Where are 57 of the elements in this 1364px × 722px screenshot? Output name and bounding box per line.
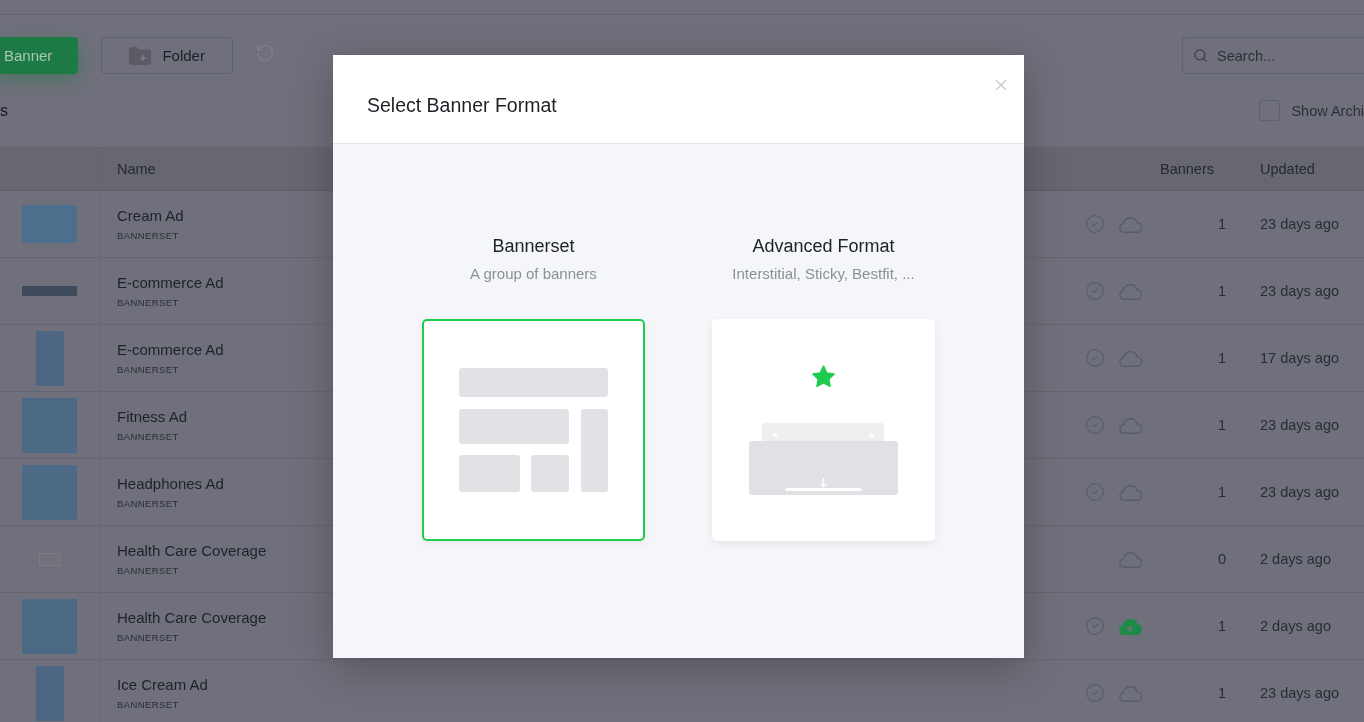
column-header[interactable]: Updated xyxy=(1260,160,1315,177)
banner-name[interactable]: E-commerce Ad xyxy=(117,341,224,358)
search-field[interactable]: Search... xyxy=(1182,37,1364,74)
banner-name[interactable]: Headphones Ad xyxy=(117,475,224,492)
banner-count: 1 xyxy=(1217,350,1226,366)
photo-placeholder xyxy=(22,598,77,654)
column-header[interactable]: Banners xyxy=(1160,160,1214,177)
banner-count: 1 xyxy=(1217,283,1226,299)
format-title: Bannerset xyxy=(492,236,575,257)
banner-type: BANNERSET xyxy=(117,364,179,375)
banner-name[interactable]: Fitness Ad xyxy=(117,408,188,425)
new-folder-button[interactable]: Folder xyxy=(101,37,234,74)
updated-time: 23 days ago xyxy=(1260,417,1339,433)
banner-name[interactable]: Ice Cream Ad xyxy=(117,676,208,693)
updated-time: 23 days ago xyxy=(1260,216,1339,232)
banner-count: 1 xyxy=(1217,417,1226,433)
format-title: Advanced Format xyxy=(752,236,895,257)
photo-placeholder xyxy=(35,665,64,721)
updated-time: 17 days ago xyxy=(1260,350,1339,366)
banner-name[interactable]: Cream Ad xyxy=(117,207,184,224)
banner-type: BANNERSET xyxy=(117,699,179,710)
banner-name[interactable]: Health Care Coverage xyxy=(117,609,267,626)
banner-count: 1 xyxy=(1217,618,1226,634)
banner-name[interactable]: Health Care Coverage xyxy=(117,542,267,559)
photo-placeholder xyxy=(22,397,77,453)
updated-time: 2 days ago xyxy=(1260,551,1331,567)
banner-type: BANNERSET xyxy=(117,297,179,308)
search-icon xyxy=(1193,48,1208,63)
banner-type: BANNERSET xyxy=(117,431,179,442)
photo-placeholder xyxy=(22,464,77,520)
banner-count: 1 xyxy=(1217,216,1226,232)
banner-type: BANNERSET xyxy=(117,498,179,509)
banner-name[interactable]: E-commerce Ad xyxy=(117,274,224,291)
page-heading: s xyxy=(0,101,8,120)
folder-plus-icon xyxy=(129,46,152,65)
format-description: A group of banners xyxy=(470,265,597,282)
banner-type: BANNERSET xyxy=(117,632,179,643)
photo-placeholder xyxy=(22,205,77,243)
modal-title: Select Banner Format xyxy=(367,93,557,117)
cloud-upload-icon[interactable] xyxy=(1118,617,1142,635)
photo-placeholder xyxy=(22,286,77,296)
show-archived-label: Show Archi xyxy=(1291,102,1364,119)
updated-time: 23 days ago xyxy=(1260,484,1339,500)
updated-time: 23 days ago xyxy=(1260,283,1339,299)
banner-type: BANNERSET xyxy=(117,230,179,241)
updated-time: 2 days ago xyxy=(1260,618,1331,634)
column-header[interactable]: Name xyxy=(117,160,156,177)
updated-time: 23 days ago xyxy=(1260,685,1339,701)
banner-count: 1 xyxy=(1217,484,1226,500)
banner-type: BANNERSET xyxy=(117,565,179,576)
star-icon xyxy=(811,365,836,389)
banner-count: 0 xyxy=(1217,551,1226,567)
new-banner-button[interactable]: Banner xyxy=(0,37,79,74)
photo-placeholder xyxy=(35,330,64,386)
format-option-card[interactable] xyxy=(422,319,645,541)
format-description: Interstitial, Sticky, Bestfit, ... xyxy=(732,265,915,282)
banner-count: 1 xyxy=(1217,685,1226,701)
